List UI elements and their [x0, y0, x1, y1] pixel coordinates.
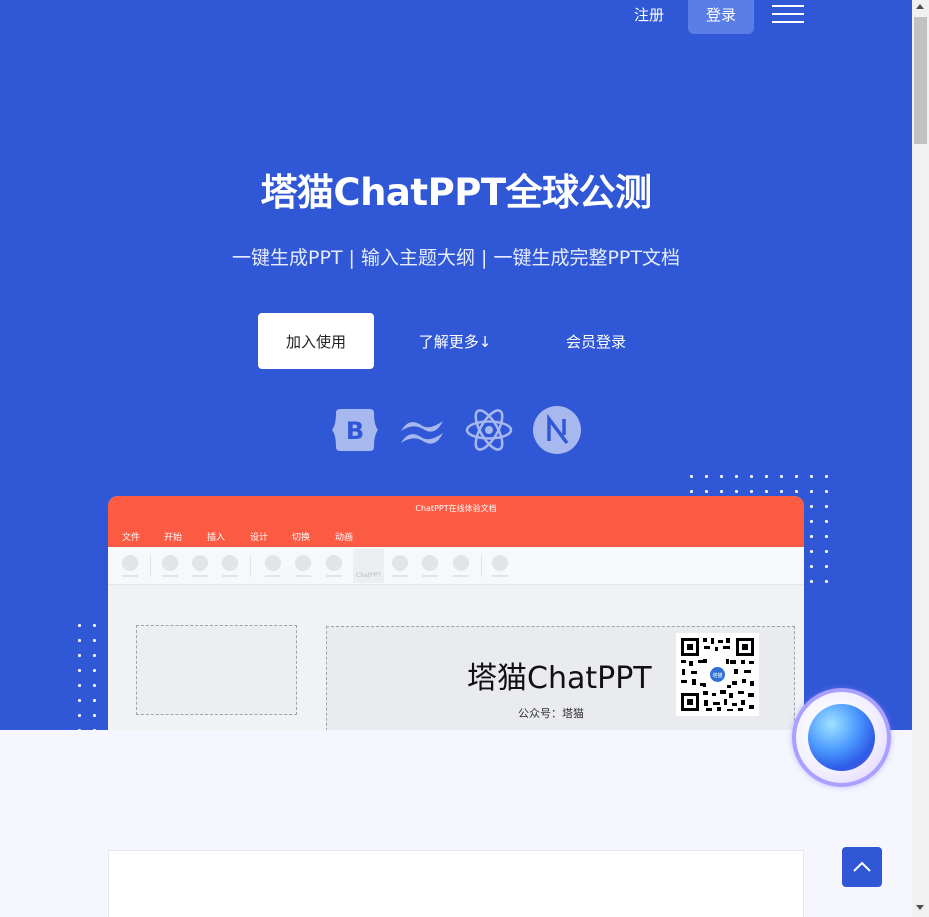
toolbar-placeholder-icon[interactable]	[222, 555, 238, 571]
hero-section: 注册 登录 塔猫ChatPPT全球公测 一键生成PPT | 输入主题大纲 | 一…	[0, 0, 912, 730]
ai-assistant-orb-icon[interactable]	[792, 688, 891, 787]
toolbar-placeholder-icon[interactable]	[326, 555, 342, 571]
hamburger-icon[interactable]	[772, 5, 804, 23]
mock-window-title: ChatPPT在线体验文档	[415, 504, 497, 513]
mock-menu-design[interactable]: 设计	[250, 530, 268, 543]
toolbar-placeholder-icon[interactable]	[492, 555, 508, 571]
content-card	[108, 850, 804, 917]
react-icon	[465, 409, 513, 451]
qr-badge-label: 塔猫	[712, 672, 722, 679]
bootstrap-icon: B	[332, 409, 378, 451]
vertical-scrollbar[interactable]	[912, 0, 929, 917]
toolbar-placeholder-icon[interactable]	[295, 555, 311, 571]
join-button[interactable]: 加入使用	[258, 313, 374, 369]
slide-caption: 公众号：塔猫	[518, 707, 584, 720]
toolbar-chatppt-button[interactable]: ChatPPT	[353, 549, 384, 583]
svg-text:B: B	[346, 417, 364, 445]
mock-menu-transition[interactable]: 切换	[292, 530, 310, 543]
mock-ppt-window: ChatPPT在线体验文档 文件 开始 插入 设计 切换 动画 ChatPPT	[108, 496, 804, 730]
toolbar-placeholder-icon[interactable]	[453, 555, 469, 571]
scroll-up-arrow-icon[interactable]	[916, 4, 924, 9]
qr-code-graphic: 塔猫	[681, 638, 754, 711]
slide-canvas: 塔猫ChatPPT 公众号：塔猫 塔猫	[326, 626, 795, 730]
mock-toolbar: ChatPPT	[108, 547, 804, 585]
scroll-down-arrow-icon[interactable]	[916, 905, 924, 910]
hero-title: 塔猫ChatPPT全球公测	[260, 171, 652, 214]
toolbar-placeholder-icon[interactable]	[162, 555, 178, 571]
register-link[interactable]: 注册	[634, 4, 664, 26]
mock-menu-insert[interactable]: 插入	[207, 530, 225, 543]
hero-subtitle: 一键生成PPT | 输入主题大纲 | 一键生成完整PPT文档	[231, 247, 680, 269]
slide-thumbnail[interactable]	[136, 625, 297, 715]
login-button[interactable]: 登录	[688, 0, 754, 34]
mock-menu-home[interactable]: 开始	[164, 530, 182, 543]
slide-heading: 塔猫ChatPPT	[467, 661, 652, 696]
mock-title-bar: ChatPPT在线体验文档 文件 开始 插入 设计 切换 动画	[108, 496, 804, 547]
learn-more-button[interactable]: 了解更多↓	[404, 313, 506, 369]
toolbar-placeholder-icon[interactable]	[192, 555, 208, 571]
toolbar-placeholder-icon[interactable]	[122, 555, 138, 571]
orb-core	[808, 704, 875, 771]
scroll-thumb[interactable]	[914, 17, 927, 144]
back-to-top-button[interactable]	[842, 847, 882, 887]
nextjs-icon	[533, 406, 581, 454]
mock-menu-animation[interactable]: 动画	[335, 530, 353, 543]
tailwind-icon	[401, 421, 443, 444]
qr-code: 塔猫	[676, 633, 759, 716]
member-login-button[interactable]: 会员登录	[546, 313, 646, 369]
chevron-up-icon	[853, 861, 871, 872]
toolbar-placeholder-icon[interactable]	[265, 555, 281, 571]
mock-menu-file[interactable]: 文件	[122, 530, 140, 543]
toolbar-placeholder-icon[interactable]	[422, 555, 438, 571]
toolbar-placeholder-icon[interactable]	[392, 555, 408, 571]
